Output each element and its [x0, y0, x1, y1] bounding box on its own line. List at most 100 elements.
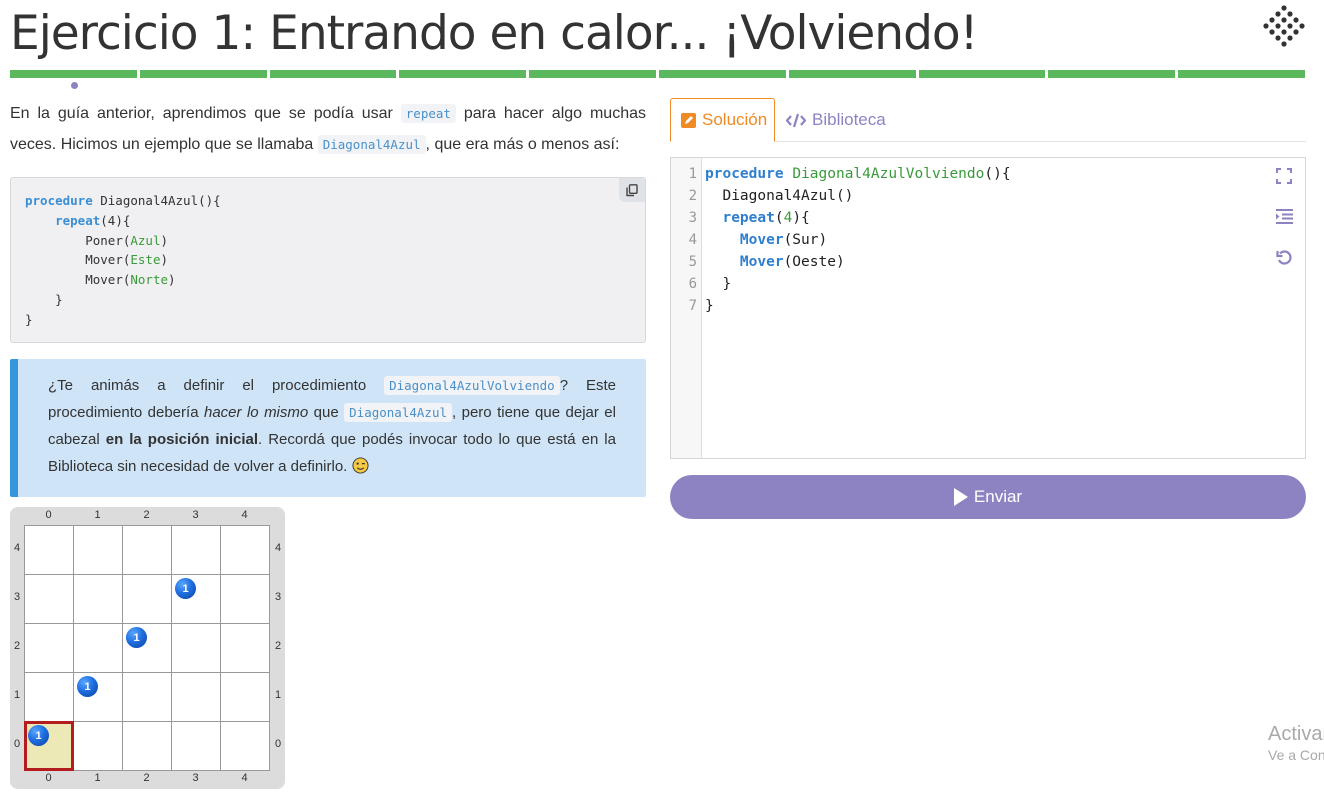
mumuki-logo-icon[interactable]	[1262, 4, 1306, 52]
code-line[interactable]: Diagonal4Azul()	[705, 185, 1011, 207]
code-line[interactable]: procedure Diagonal4AzulVolviendo(){	[705, 163, 1011, 185]
code-editor[interactable]: 1 2 3 4 5 6 7 procedure Diagonal4AzulVolviendo…	[670, 157, 1306, 459]
play-icon	[953, 488, 968, 506]
blue-ball-icon: 1	[28, 725, 49, 746]
example-code-block: procedure Diagonal4Azul(){ repeat(4){ Po…	[10, 177, 646, 343]
code-line[interactable]: }	[705, 273, 1011, 295]
progress-segment[interactable]	[788, 70, 916, 78]
board-cell	[221, 526, 270, 575]
inline-code: Diagonal4AzulVolviendo	[384, 376, 560, 395]
line-number: 5	[688, 254, 697, 270]
board-cell	[172, 526, 221, 575]
submit-button[interactable]: Enviar	[670, 475, 1306, 519]
board-grid: 1 1 1 1	[24, 525, 270, 771]
progress-segment[interactable]	[1178, 70, 1305, 78]
row-label-left: 4	[13, 542, 21, 554]
board-cell	[172, 673, 221, 722]
code-line[interactable]: repeat(4){	[705, 207, 1011, 229]
row-label-left: 2	[13, 640, 21, 652]
column-label-bottom: 0	[45, 772, 52, 784]
board-cell	[221, 575, 270, 624]
tab-library[interactable]: Biblioteca	[776, 98, 896, 142]
progress-segment[interactable]	[269, 70, 397, 78]
progress-segment[interactable]	[10, 70, 137, 78]
column-label-bottom: 1	[94, 772, 101, 784]
editor-tabs: Solución Biblioteca	[670, 98, 1306, 142]
editor-code[interactable]: procedure Diagonal4AzulVolviendo(){ Diag…	[705, 163, 1011, 317]
row-label-left: 3	[13, 591, 21, 603]
line-number: 6	[688, 276, 697, 292]
copy-code-button[interactable]	[619, 178, 645, 202]
row-label-left: 0	[13, 738, 21, 750]
row-label-right: 2	[274, 640, 282, 652]
line-number: 1	[688, 166, 697, 182]
progress-segment[interactable]	[918, 70, 1046, 78]
blue-ball-icon: 1	[77, 676, 98, 697]
board-cell	[123, 526, 172, 575]
current-exercise-indicator	[71, 82, 78, 89]
column-label-bottom: 4	[241, 772, 248, 784]
page-title: Ejercicio 1: Entrando en calor... ¡Volvi…	[10, 6, 979, 61]
code-line[interactable]: }	[705, 295, 1011, 317]
reset-icon	[1275, 249, 1291, 265]
gobstones-board: 001122334444332211001111	[10, 507, 285, 789]
blue-ball-icon: 1	[175, 578, 196, 599]
line-number: 2	[688, 188, 697, 204]
blue-ball-icon: 1	[126, 627, 147, 648]
exercise-instructions: ¿Te animás a definir el procedimiento Di…	[10, 359, 646, 497]
column-label-bottom: 2	[143, 772, 150, 784]
code-icon	[786, 113, 806, 128]
code-line[interactable]: Mover(Sur)	[705, 229, 1011, 251]
board-cell	[25, 673, 74, 722]
progress-segment[interactable]	[139, 70, 267, 78]
board-cell	[74, 575, 123, 624]
exercise-progress-bar	[10, 70, 1305, 78]
board-cell	[74, 722, 123, 771]
wink-emoji-icon	[351, 457, 369, 474]
example-code: procedure Diagonal4Azul(){ repeat(4){ Po…	[25, 193, 221, 327]
indent-icon	[1275, 208, 1293, 224]
line-number: 3	[688, 210, 697, 226]
board-cell	[172, 722, 221, 771]
column-label-bottom: 3	[192, 772, 199, 784]
fullscreen-icon	[1276, 168, 1292, 184]
copy-icon	[626, 183, 638, 196]
row-label-left: 1	[13, 689, 21, 701]
row-label-right: 0	[274, 738, 282, 750]
inline-code: Diagonal4Azul	[344, 403, 452, 422]
board-cell	[74, 526, 123, 575]
reset-code-button[interactable]	[1273, 246, 1295, 268]
line-numbers: 1 2 3 4 5 6 7	[671, 158, 702, 458]
column-label-top: 2	[143, 509, 150, 521]
board-cell	[25, 624, 74, 673]
progress-segment[interactable]	[399, 70, 527, 78]
edit-icon	[681, 112, 696, 128]
column-label-top: 0	[45, 509, 52, 521]
code-line[interactable]: Mover(Oeste)	[705, 251, 1011, 273]
progress-segment[interactable]	[658, 70, 786, 78]
line-number: 4	[688, 232, 697, 248]
board-cell	[25, 526, 74, 575]
line-number: 7	[688, 298, 697, 314]
windows-activation-watermark: Activar Ve a Configuración	[1268, 723, 1324, 763]
format-code-button[interactable]	[1273, 205, 1295, 227]
board-cell	[74, 624, 123, 673]
inline-code: Diagonal4Azul	[317, 135, 426, 154]
board-cell	[123, 673, 172, 722]
fullscreen-button[interactable]	[1273, 165, 1295, 187]
intro-text: En la guía anterior, aprendimos que se p…	[10, 104, 647, 154]
board-cell	[221, 624, 270, 673]
column-label-top: 3	[192, 509, 199, 521]
board-cell	[123, 722, 172, 771]
column-label-top: 4	[241, 509, 248, 521]
progress-segment[interactable]	[529, 70, 656, 78]
exercise-description: En la guía anterior, aprendimos que se p…	[10, 98, 647, 497]
board-cell	[123, 575, 172, 624]
column-label-top: 1	[94, 509, 101, 521]
progress-segment[interactable]	[1048, 70, 1176, 78]
row-label-right: 4	[274, 542, 282, 554]
board-cell	[172, 624, 221, 673]
row-label-right: 3	[274, 591, 282, 603]
tab-solution[interactable]: Solución	[670, 98, 775, 142]
board-cell	[25, 575, 74, 624]
